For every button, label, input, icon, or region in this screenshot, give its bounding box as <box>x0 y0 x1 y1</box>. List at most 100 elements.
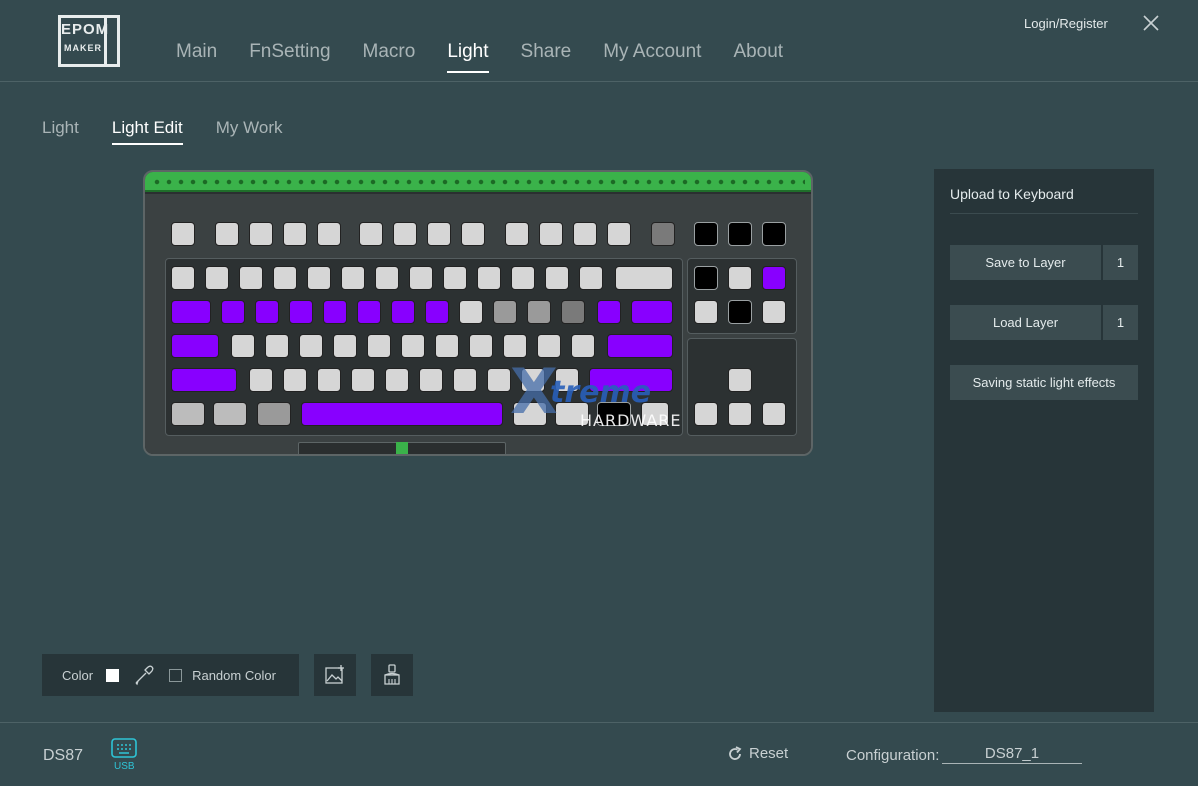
key-r6-11[interactable] <box>762 402 786 426</box>
key-r1-7[interactable] <box>393 222 417 246</box>
key-r1-1[interactable] <box>171 222 195 246</box>
key-r2-6[interactable] <box>341 266 365 290</box>
key-r3-5[interactable] <box>323 300 347 324</box>
key-r1-11[interactable] <box>539 222 563 246</box>
key-r6-9[interactable] <box>694 402 718 426</box>
key-r3-15[interactable] <box>694 300 718 324</box>
key-r4-9[interactable] <box>469 334 493 358</box>
key-r2-17[interactable] <box>762 266 786 290</box>
key-r2-12[interactable] <box>545 266 569 290</box>
key-r1-2[interactable] <box>215 222 239 246</box>
key-r4-7[interactable] <box>401 334 425 358</box>
key-r5-11[interactable] <box>555 368 579 392</box>
key-r1-4[interactable] <box>283 222 307 246</box>
load-layer-button[interactable]: Load Layer <box>950 305 1101 340</box>
key-r6-10[interactable] <box>728 402 752 426</box>
key-r6-8[interactable] <box>641 402 669 426</box>
nav-main[interactable]: Main <box>160 41 233 73</box>
key-r5-13[interactable] <box>728 368 752 392</box>
image-add-button[interactable] <box>314 654 356 696</box>
key-r2-5[interactable] <box>307 266 331 290</box>
key-r3-6[interactable] <box>357 300 381 324</box>
tab-light[interactable]: Light <box>42 118 79 145</box>
key-r1-9[interactable] <box>461 222 485 246</box>
key-r5-12[interactable] <box>589 368 673 392</box>
key-r5-1[interactable] <box>171 368 237 392</box>
key-r5-7[interactable] <box>419 368 443 392</box>
key-r5-4[interactable] <box>317 368 341 392</box>
key-r5-3[interactable] <box>283 368 307 392</box>
key-r3-7[interactable] <box>391 300 415 324</box>
key-r2-4[interactable] <box>273 266 297 290</box>
key-r6-7[interactable] <box>597 402 631 426</box>
key-r4-3[interactable] <box>265 334 289 358</box>
key-r3-1[interactable] <box>171 300 211 324</box>
key-r3-14[interactable] <box>631 300 673 324</box>
key-r2-9[interactable] <box>443 266 467 290</box>
tab-my-work[interactable]: My Work <box>216 118 283 145</box>
key-r5-10[interactable] <box>521 368 545 392</box>
key-r4-11[interactable] <box>537 334 561 358</box>
key-r4-5[interactable] <box>333 334 357 358</box>
key-r2-14[interactable] <box>615 266 673 290</box>
key-r3-10[interactable] <box>493 300 517 324</box>
nav-macro[interactable]: Macro <box>347 41 432 73</box>
key-r3-17[interactable] <box>762 300 786 324</box>
key-r2-15[interactable] <box>694 266 718 290</box>
nav-light[interactable]: Light <box>431 41 504 73</box>
key-r6-1[interactable] <box>171 402 205 426</box>
key-r4-2[interactable] <box>231 334 255 358</box>
key-r3-2[interactable] <box>221 300 245 324</box>
key-r6-6[interactable] <box>555 402 589 426</box>
save-to-layer-button[interactable]: Save to Layer <box>950 245 1101 280</box>
key-r1-13[interactable] <box>607 222 631 246</box>
key-r5-5[interactable] <box>351 368 375 392</box>
tab-light-edit[interactable]: Light Edit <box>111 118 183 145</box>
key-r2-8[interactable] <box>409 266 433 290</box>
key-r5-6[interactable] <box>385 368 409 392</box>
key-r1-5[interactable] <box>317 222 341 246</box>
key-r4-8[interactable] <box>435 334 459 358</box>
key-r2-1[interactable] <box>171 266 195 290</box>
key-r2-11[interactable] <box>511 266 535 290</box>
key-r2-2[interactable] <box>205 266 229 290</box>
login-register-link[interactable]: Login/Register <box>1024 16 1108 31</box>
key-r3-4[interactable] <box>289 300 313 324</box>
key-r3-9[interactable] <box>459 300 483 324</box>
saving-static-light-effects-button[interactable]: Saving static light effects <box>950 365 1138 400</box>
key-r3-11[interactable] <box>527 300 551 324</box>
key-r6-5[interactable] <box>513 402 547 426</box>
key-r2-3[interactable] <box>239 266 263 290</box>
nav-share[interactable]: Share <box>505 41 588 73</box>
nav-my-account[interactable]: My Account <box>587 41 717 73</box>
key-r3-13[interactable] <box>597 300 621 324</box>
key-r2-7[interactable] <box>375 266 399 290</box>
key-r5-2[interactable] <box>249 368 273 392</box>
key-r4-12[interactable] <box>571 334 595 358</box>
key-r1-17[interactable] <box>762 222 786 246</box>
key-r3-12[interactable] <box>561 300 585 324</box>
key-r4-6[interactable] <box>367 334 391 358</box>
key-r1-3[interactable] <box>249 222 273 246</box>
key-r4-1[interactable] <box>171 334 219 358</box>
close-icon[interactable] <box>1140 12 1162 34</box>
color-swatch[interactable] <box>106 668 120 682</box>
reset-button[interactable]: Reset <box>727 745 788 762</box>
configuration-value[interactable]: DS87_1 <box>942 745 1082 764</box>
eyedropper-icon[interactable] <box>133 664 155 686</box>
key-r1-14[interactable] <box>651 222 675 246</box>
key-r2-10[interactable] <box>477 266 501 290</box>
nav-about[interactable]: About <box>717 41 799 73</box>
key-r3-8[interactable] <box>425 300 449 324</box>
key-r1-6[interactable] <box>359 222 383 246</box>
key-r6-4[interactable] <box>301 402 503 426</box>
key-r1-16[interactable] <box>728 222 752 246</box>
key-r1-12[interactable] <box>573 222 597 246</box>
key-r6-2[interactable] <box>213 402 247 426</box>
key-r5-8[interactable] <box>453 368 477 392</box>
key-r1-10[interactable] <box>505 222 529 246</box>
key-r2-16[interactable] <box>728 266 752 290</box>
key-r1-15[interactable] <box>694 222 718 246</box>
key-r3-16[interactable] <box>728 300 752 324</box>
key-r1-8[interactable] <box>427 222 451 246</box>
